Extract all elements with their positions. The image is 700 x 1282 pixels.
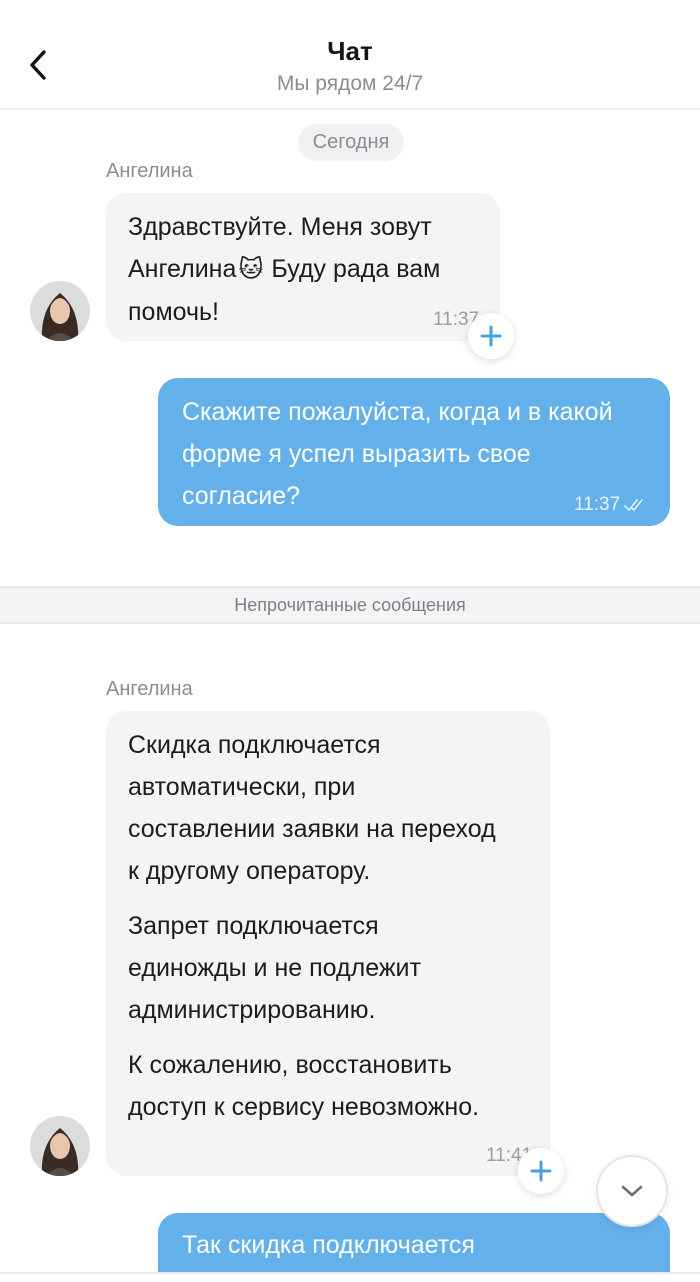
avatar [30, 281, 90, 341]
message-line: Так скидка подключается [182, 1231, 475, 1259]
avatar [30, 1116, 90, 1176]
sender-name: Ангелина [106, 678, 193, 700]
message-line: администрированию. [128, 996, 376, 1024]
incoming-message[interactable]: Здравствуйте. Меня зовут Ангелина🐱 Буду р… [106, 193, 500, 341]
message-line: к другому оператору. [128, 857, 371, 885]
plus-icon [530, 1160, 552, 1182]
message-line: Скидка подключается [128, 731, 381, 759]
input-area-edge [0, 1272, 700, 1282]
add-reaction-button[interactable] [518, 1148, 564, 1194]
message-line: К сожалению, восстановить [128, 1051, 452, 1079]
message-line: помочь! [128, 298, 219, 326]
message-line: форме я успел выразить свое [182, 440, 531, 468]
add-reaction-button[interactable] [468, 313, 514, 359]
message-line: Запрет подключается [128, 912, 379, 940]
incoming-message[interactable]: Скидка подключается автоматически, при с… [106, 711, 550, 1176]
scroll-to-bottom-button[interactable] [596, 1155, 668, 1227]
plus-icon [480, 325, 502, 347]
message-line: Здравствуйте. Меня зовут [128, 213, 432, 241]
unread-messages-divider: Непрочитанные сообщения [0, 586, 700, 624]
message-line: доступ к сервису невозможно. [128, 1093, 480, 1121]
message-line: автоматически, при [128, 773, 356, 801]
date-separator: Сегодня [298, 124, 404, 161]
avatar-portrait-icon [30, 281, 90, 341]
message-time: 11:37 [574, 494, 621, 515]
cat-emoji-icon: 🐱 [238, 256, 264, 283]
chat-header: Чат Мы рядом 24/7 [0, 0, 700, 110]
message-line: Скажите пожалуйста, когда и в какой [182, 398, 613, 426]
page-subtitle: Мы рядом 24/7 [276, 72, 424, 95]
message-line: единожды и не подлежит [128, 954, 421, 982]
message-paragraph: Скидка подключается автоматически, при с… [128, 724, 528, 892]
message-paragraph: К сожалению, восстановить доступ к серви… [128, 1044, 528, 1128]
message-line: составлении заявки на переход [128, 815, 496, 843]
sender-name: Ангелина [106, 160, 193, 182]
message-line-with-emoji: Ангелина🐱 Буду рада вам [128, 255, 441, 283]
page-title: Чат [327, 36, 373, 66]
avatar-portrait-icon [30, 1116, 90, 1176]
double-check-icon [624, 499, 643, 511]
message-time-status: 11:37 [574, 484, 644, 526]
outgoing-message[interactable]: Скажите пожалуйста, когда и в какой форм… [158, 378, 670, 526]
chevron-down-icon [621, 1185, 643, 1197]
message-paragraph: Запрет подключается единожды и не подлеж… [128, 905, 528, 1031]
